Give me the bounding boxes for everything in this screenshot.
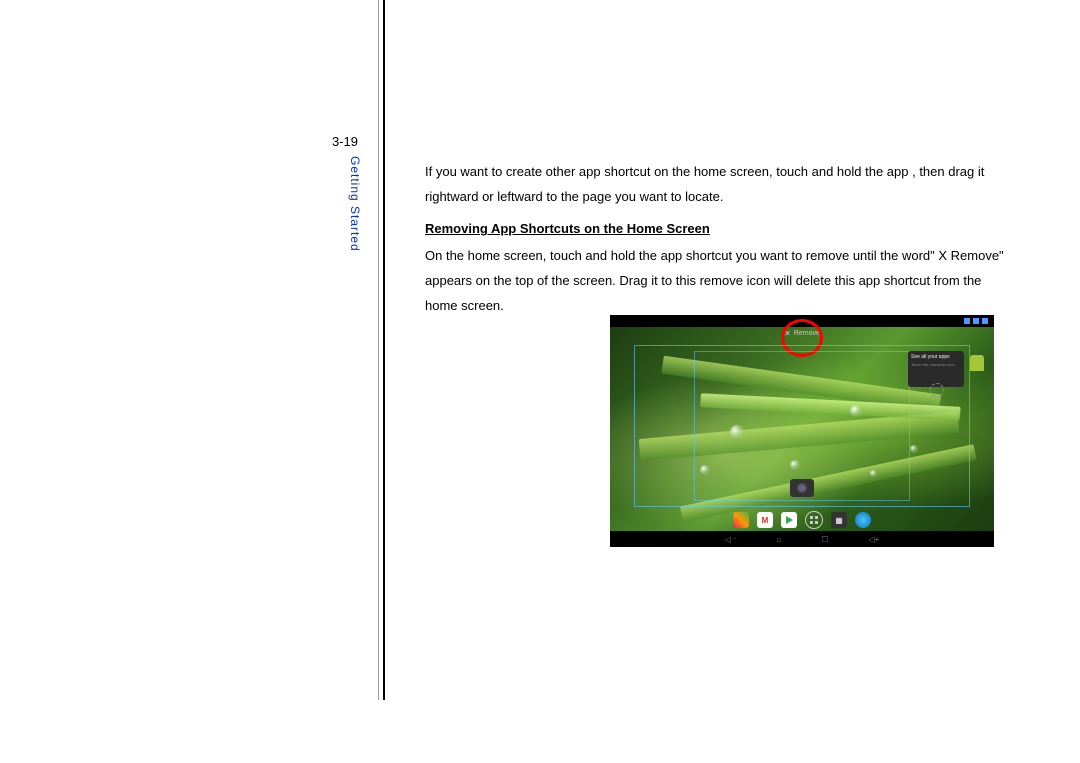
page-number: 3-19 bbox=[332, 134, 358, 149]
section-label: Getting Started bbox=[348, 156, 362, 252]
tablet-screenshot: ✕ Remove See all your apps Touch the Lau… bbox=[610, 315, 994, 547]
section-heading: Removing App Shortcuts on the Home Scree… bbox=[425, 221, 1005, 236]
navigation-bar: ◁− ⌂ ☐ ◁+ bbox=[610, 531, 994, 547]
camera-icon bbox=[790, 479, 814, 497]
app-dock: M ▦ bbox=[733, 511, 871, 529]
widget-title: See all your apps bbox=[911, 354, 961, 360]
hint-widget: See all your apps Touch the Launcher ico… bbox=[908, 351, 964, 387]
video-icon: ▦ bbox=[831, 512, 847, 528]
status-indicator bbox=[964, 318, 970, 324]
gmail-icon: M bbox=[757, 512, 773, 528]
status-indicator bbox=[973, 318, 979, 324]
gallery-icon bbox=[733, 512, 749, 528]
play-store-icon bbox=[781, 512, 797, 528]
apps-launcher-icon bbox=[805, 511, 823, 529]
page-margin-outer-line bbox=[378, 0, 379, 700]
intro-paragraph: If you want to create other app shortcut… bbox=[425, 160, 1005, 209]
content-area: If you want to create other app shortcut… bbox=[425, 160, 1005, 330]
widget-subtitle: Touch the Launcher icon bbox=[911, 362, 961, 367]
page-margin-inner-line bbox=[383, 0, 385, 700]
nav-volume-icon: ◁+ bbox=[868, 535, 879, 544]
status-indicator bbox=[982, 318, 988, 324]
android-icon bbox=[970, 355, 984, 371]
nav-back-icon: ◁− bbox=[725, 535, 737, 544]
browser-icon bbox=[855, 512, 871, 528]
nav-home-icon: ⌂ bbox=[776, 535, 781, 544]
launcher-hint-icon bbox=[930, 383, 944, 397]
nav-recent-icon: ☐ bbox=[821, 535, 828, 544]
body-paragraph: On the home screen, touch and hold the a… bbox=[425, 244, 1005, 318]
